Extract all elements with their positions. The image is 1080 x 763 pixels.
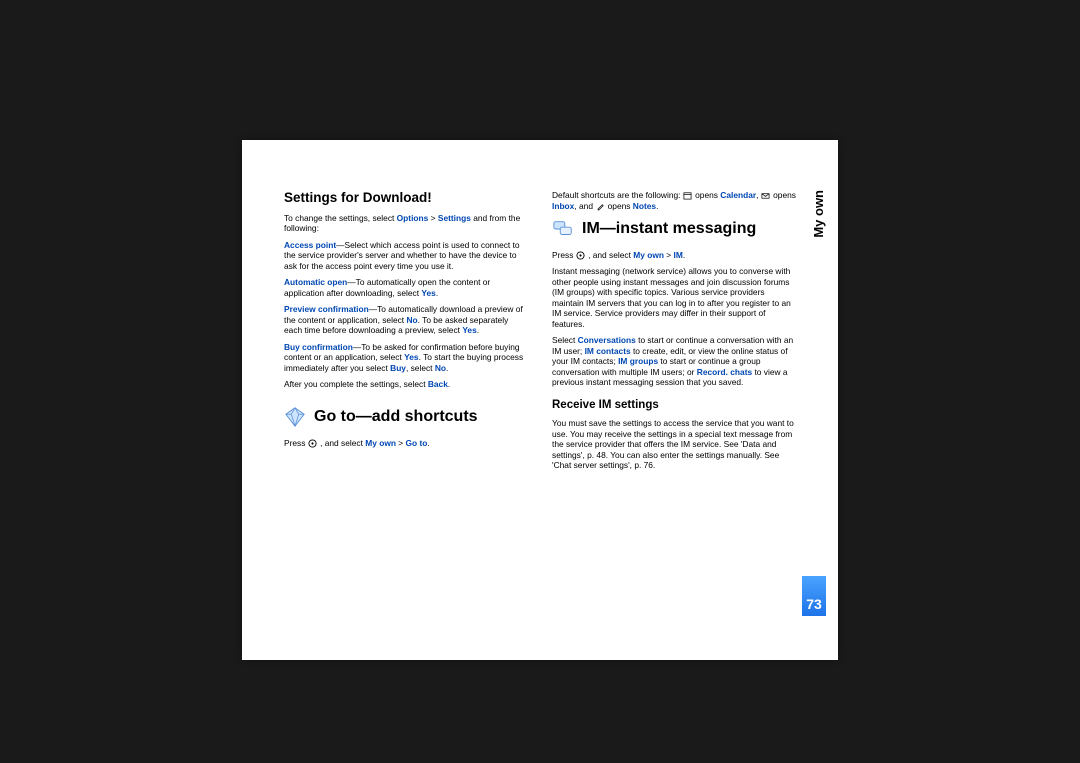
paragraph: Default shortcuts are the following: ope… (552, 190, 796, 212)
text: opens (605, 201, 632, 211)
text: , and (574, 201, 595, 211)
text: . (427, 438, 429, 448)
left-column: Settings for Download! To change the set… (284, 190, 528, 630)
key-icon (308, 439, 318, 449)
option-name: Access point (284, 240, 336, 250)
menu-path: My own (633, 250, 664, 260)
text: opens (693, 190, 720, 200)
text: After you complete the settings, select (284, 379, 428, 389)
key-icon (576, 250, 586, 260)
option-name: Preview confirmation (284, 304, 369, 314)
text: . (477, 325, 479, 335)
app-name: Calendar (720, 190, 756, 200)
paragraph: Press , and select My own > Go to. (284, 438, 528, 449)
text: . (656, 201, 658, 211)
menu-path: Go to (406, 438, 428, 448)
page-number: 73 (802, 576, 826, 616)
text: Select (552, 335, 578, 345)
chat-bubbles-icon (552, 218, 574, 240)
text: > (396, 438, 406, 448)
value: Buy (390, 363, 406, 373)
heading-im: IM—instant messaging (552, 218, 796, 240)
text: , and select (318, 438, 366, 448)
right-column: Default shortcuts are the following: ope… (552, 190, 796, 630)
paragraph: Instant messaging (network service) allo… (552, 266, 796, 329)
paragraph: Buy confirmation—To be asked for confirm… (284, 342, 528, 374)
heading-goto-shortcuts: Go to—add shortcuts (284, 406, 528, 428)
menu-path: Settings (438, 213, 471, 223)
value: Yes (421, 288, 435, 298)
paragraph: Select Conversations to start or continu… (552, 335, 796, 388)
app-name: Notes (633, 201, 656, 211)
paragraph: After you complete the settings, select … (284, 379, 528, 390)
paragraph: To change the settings, select Options >… (284, 213, 528, 234)
text: Press (552, 250, 576, 260)
manual-page: My own 73 Settings for Download! To chan… (242, 140, 838, 660)
menu-path: IM (674, 250, 683, 260)
diamond-icon (284, 406, 306, 428)
text: , and select (586, 250, 634, 260)
value: No (435, 363, 446, 373)
text: . (436, 288, 438, 298)
text: , select (406, 363, 435, 373)
menu-path: My own (365, 438, 396, 448)
section-tab: My own (811, 190, 826, 238)
paragraph: Press , and select My own > IM. (552, 250, 796, 261)
option-name: Buy confirmation (284, 342, 353, 352)
paragraph: Automatic open—To automatically open the… (284, 277, 528, 298)
two-column-layout: Settings for Download! To change the set… (284, 190, 796, 630)
inbox-icon (761, 191, 771, 201)
text: . (448, 379, 450, 389)
text: . (683, 250, 685, 260)
value: Yes (462, 325, 476, 335)
paragraph: You must save the settings to access the… (552, 418, 796, 471)
calendar-icon (683, 191, 693, 201)
paragraph: Preview confirmation—To automatically do… (284, 304, 528, 336)
text: > (428, 213, 438, 223)
text: opens (771, 190, 796, 200)
menu-path: Options (397, 213, 429, 223)
text: . (446, 363, 448, 373)
option-name: IM groups (618, 356, 658, 366)
heading-receive-im: Receive IM settings (552, 398, 796, 412)
text: > (664, 250, 674, 260)
option-name: Record. chats (697, 367, 752, 377)
text: Press (284, 438, 308, 448)
text: Default shortcuts are the following: (552, 190, 683, 200)
value: Back (428, 379, 448, 389)
heading-text: Go to—add shortcuts (314, 407, 478, 427)
option-name: Conversations (578, 335, 636, 345)
heading-text: IM—instant messaging (582, 219, 756, 239)
paragraph: Access point—Select which access point i… (284, 240, 528, 272)
value: No (406, 315, 417, 325)
value: Yes (404, 352, 418, 362)
option-name: Automatic open (284, 277, 347, 287)
app-name: Inbox (552, 201, 574, 211)
text: To change the settings, select (284, 213, 397, 223)
option-name: IM contacts (585, 346, 631, 356)
notes-icon (595, 202, 605, 212)
heading-settings-download: Settings for Download! (284, 190, 528, 207)
